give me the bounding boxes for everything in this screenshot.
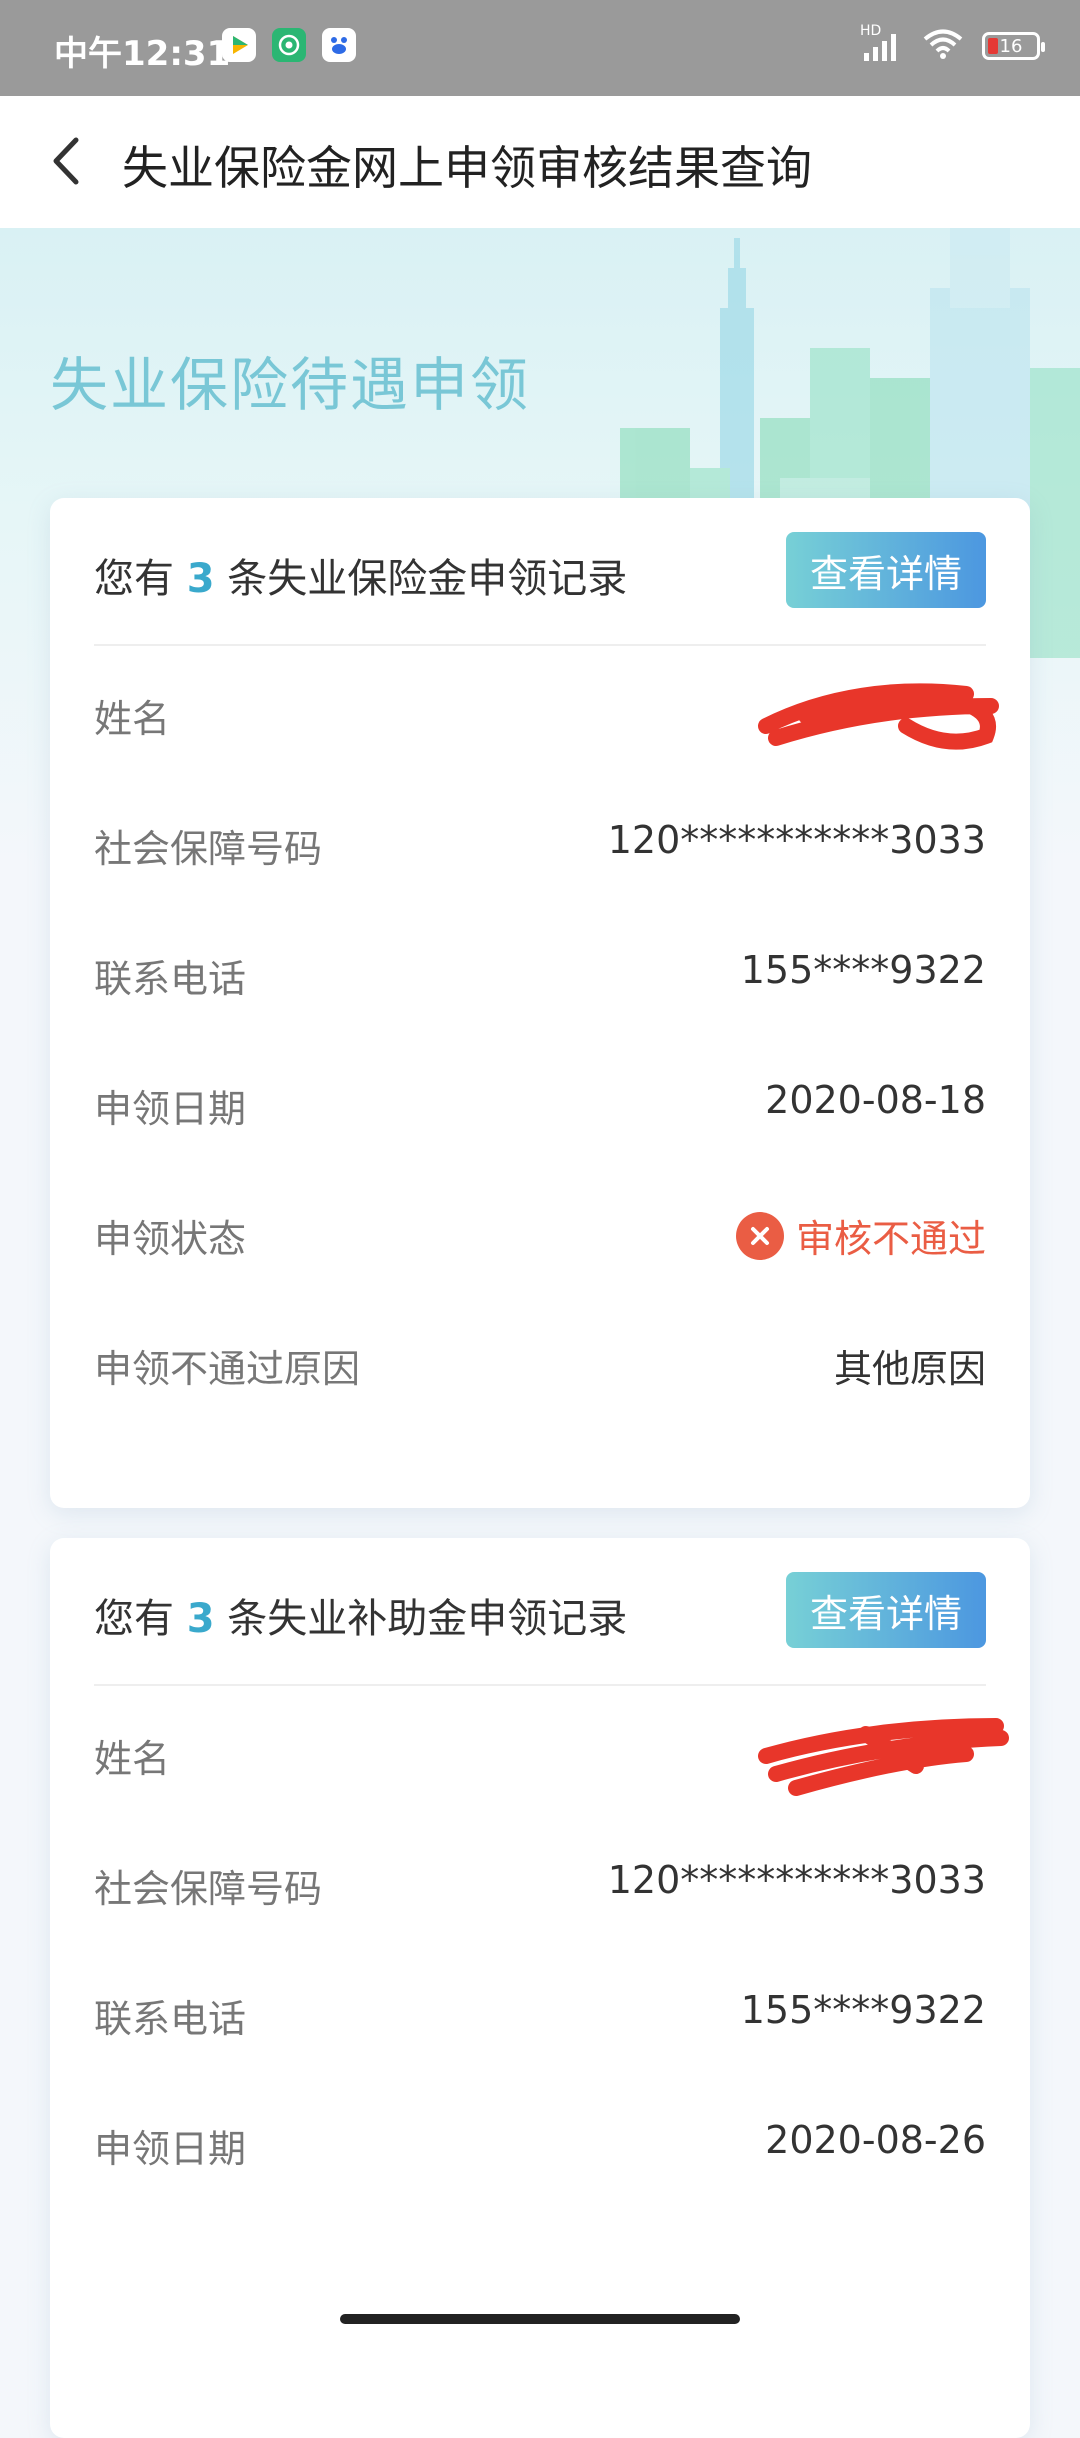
view-details-button[interactable]: 查看详情: [786, 532, 986, 608]
back-button[interactable]: [34, 126, 104, 196]
row-label: 联系电话: [94, 1997, 247, 2041]
phone-row: 联系电话 155****9322: [94, 1946, 986, 2076]
apply-date-row: 申领日期 2020-08-18: [94, 1036, 986, 1166]
summary-suffix: 条失业补助金申领记录: [227, 1596, 628, 1642]
status-time: 中午12:31: [54, 34, 231, 74]
row-label: 姓名: [94, 1737, 171, 1781]
nav-bar: 失业保险金网上申领审核结果查询: [0, 96, 1080, 228]
record-summary: 您有 3 条失业补助金申领记录: [94, 1586, 627, 1644]
social-security-number: 120***********3033: [607, 1858, 986, 1902]
summary-prefix: 您有: [94, 1596, 174, 1642]
row-label: 联系电话: [94, 957, 247, 1001]
name-row: 姓名: [94, 1686, 1009, 1816]
phone-number: 155****9322: [740, 948, 986, 992]
record-count: 3: [186, 1596, 215, 1642]
record-summary: 您有 3 条失业保险金申领记录: [94, 546, 627, 604]
phone-number: 155****9322: [740, 1988, 986, 2032]
page-title: 失业保险金网上申领审核结果查询: [122, 141, 812, 195]
apply-date: 2020-08-18: [765, 1078, 986, 1122]
card-header: 您有 3 条失业补助金申领记录 查看详情: [94, 1538, 986, 1686]
row-label: 申领日期: [94, 2127, 247, 2171]
unemployment-insurance-card: 您有 3 条失业保险金申领记录 查看详情 姓名 社会保障号码 120******…: [50, 498, 1030, 1508]
home-indicator[interactable]: [340, 2314, 740, 2324]
row-label: 申领状态: [94, 1217, 247, 1261]
social-security-row: 社会保障号码 120***********3033: [94, 776, 986, 906]
chevron-left-icon: [53, 137, 79, 185]
battery-icon: 16: [982, 32, 1045, 60]
apply-status-text: 审核不通过: [795, 1217, 986, 1261]
row-label: 申领日期: [94, 1087, 247, 1131]
row-label: 姓名: [94, 697, 171, 741]
status-bar: 中午12:31 HD 16: [0, 0, 1080, 96]
apply-status-row: 申领状态 审核不通过: [94, 1166, 986, 1296]
summary-prefix: 您有: [94, 556, 174, 602]
wifi-icon: [922, 28, 964, 64]
battery-level-text: 16: [999, 35, 1023, 57]
reject-reason: 其他原因: [833, 1347, 986, 1391]
row-label: 社会保障号码: [94, 1867, 323, 1911]
row-label: 申领不通过原因: [94, 1347, 361, 1391]
video-app-icon: [222, 28, 256, 62]
social-security-number: 120***********3033: [607, 818, 986, 862]
card-header: 您有 3 条失业保险金申领记录 查看详情: [94, 498, 986, 646]
phone-row: 联系电话 155****9322: [94, 906, 986, 1036]
apply-date-row: 申领日期 2020-08-26: [94, 2076, 986, 2206]
podcast-app-icon: [272, 28, 306, 62]
summary-suffix: 条失业保险金申领记录: [227, 556, 628, 602]
row-label: 社会保障号码: [94, 827, 323, 871]
redaction-scribble: [758, 683, 999, 750]
signal-icon: HD: [860, 23, 904, 63]
status-indicators: HD 16: [860, 23, 1045, 68]
reject-reason-row: 申领不通过原因 其他原因: [94, 1296, 986, 1426]
apply-status: 审核不通过: [735, 1208, 986, 1263]
redaction-scribble: [758, 1718, 1009, 1796]
close-circle-icon: [735, 1211, 784, 1260]
name-row: 姓名: [94, 646, 999, 776]
baidu-app-icon: [322, 28, 356, 62]
view-details-button[interactable]: 查看详情: [786, 1572, 986, 1648]
apply-date: 2020-08-26: [765, 2118, 986, 2162]
unemployment-subsidy-card: 您有 3 条失业补助金申领记录 查看详情 姓名 社会保障号码 120******…: [50, 1538, 1030, 2438]
social-security-row: 社会保障号码 120***********3033: [94, 1816, 986, 1946]
hero-title: 失业保险待遇申领: [50, 351, 531, 419]
record-count: 3: [186, 556, 215, 602]
